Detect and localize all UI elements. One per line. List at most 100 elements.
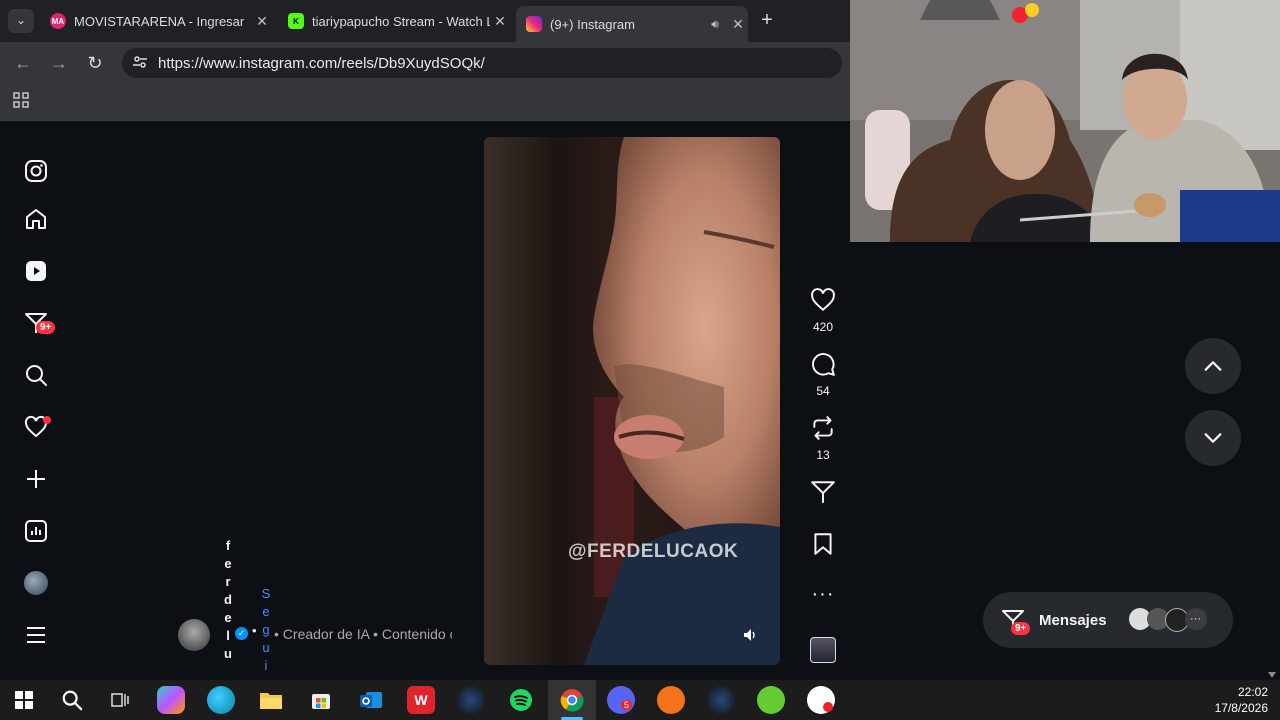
- tab-label: (9+) Instagram: [550, 16, 635, 32]
- steam-icon[interactable]: [457, 686, 485, 714]
- reels-right-panel: 9+ Mensajes ···: [850, 242, 1265, 680]
- speaker-icon[interactable]: 🔊︎: [702, 17, 728, 32]
- site-settings-icon[interactable]: [132, 54, 150, 73]
- obs-icon[interactable]: [807, 686, 835, 714]
- close-tab-icon[interactable]: ✕: [490, 13, 510, 30]
- save-button[interactable]: [800, 531, 846, 562]
- system-clock[interactable]: 22:02 17/8/2026: [1215, 684, 1268, 716]
- speaker-icon: [744, 629, 755, 641]
- bookmark-icon: [814, 533, 832, 555]
- home-icon[interactable]: [22, 205, 50, 233]
- comment-button[interactable]: 54: [800, 351, 846, 398]
- tab-movistararena[interactable]: MA MOVISTARARENA - Ingresar ✕: [40, 6, 272, 36]
- spotify-icon[interactable]: [507, 686, 535, 714]
- discord-icon[interactable]: 5: [607, 686, 635, 714]
- file-explorer-icon[interactable]: [257, 686, 285, 714]
- wps-office-icon[interactable]: W: [407, 686, 435, 714]
- author-username[interactable]: f e r d e l u: [222, 537, 234, 663]
- more-options-button[interactable]: ···: [800, 583, 846, 606]
- instagram-logo-icon[interactable]: [22, 157, 50, 185]
- username-char: l: [226, 628, 230, 643]
- tab-search-button[interactable]: ⌄: [8, 9, 34, 33]
- browser-address-bar: ← → ↻ https://www.instagram.com/reels/Db…: [0, 42, 850, 84]
- verified-badge-icon: ✓: [235, 627, 248, 640]
- tab-kick-stream[interactable]: K tiariypapucho Stream - Watch Li ✕: [278, 6, 510, 36]
- taskbar-search-button[interactable]: [58, 686, 86, 714]
- reload-button[interactable]: ↻: [84, 52, 106, 74]
- username-char: e: [224, 610, 232, 625]
- follow-button[interactable]: S e g u i: [260, 585, 272, 675]
- messages-label: Mensajes: [1039, 611, 1107, 629]
- follow-char: u: [262, 640, 270, 655]
- messenger-icon[interactable]: 9+: [22, 309, 56, 337]
- follow-char: S: [261, 586, 271, 601]
- repost-icon: [813, 416, 833, 440]
- arrow-right-icon: →: [50, 53, 68, 73]
- close-tab-icon[interactable]: ✕: [252, 13, 272, 30]
- page-scrollbar[interactable]: [1265, 242, 1280, 680]
- username-char: f: [225, 538, 231, 553]
- author-avatar[interactable]: [178, 619, 210, 651]
- share-icon: [811, 481, 835, 503]
- forward-button[interactable]: →: [48, 52, 70, 74]
- arrow-left-icon: ←: [14, 53, 32, 73]
- username-char: r: [225, 574, 231, 589]
- more-avatars: ···: [1184, 608, 1207, 630]
- instagram-reels-page: 9+ @FERDELUCAOK 420 54 13 ··· f e r d e …: [0, 121, 850, 680]
- mute-button[interactable]: [742, 627, 760, 645]
- tab-instagram[interactable]: (9+) Instagram 🔊︎ ✕: [516, 6, 748, 42]
- tab-label: MOVISTARARENA - Ingresar: [74, 13, 245, 29]
- next-reel-button[interactable]: [1185, 410, 1241, 466]
- chevron-down-icon: [1204, 433, 1222, 443]
- new-tab-button[interactable]: +: [756, 9, 778, 31]
- dashboard-icon[interactable]: [22, 517, 50, 545]
- windows-logo-icon: [15, 691, 33, 709]
- like-count: 420: [812, 320, 834, 334]
- url-field[interactable]: https://www.instagram.com/reels/Db9XuydS…: [122, 48, 842, 78]
- steam-icon[interactable]: [707, 686, 735, 714]
- heart-icon: [811, 288, 835, 312]
- search-icon[interactable]: [22, 361, 50, 389]
- task-view-button[interactable]: [106, 686, 134, 714]
- create-plus-icon[interactable]: [22, 465, 50, 493]
- edge-browser-icon[interactable]: [207, 686, 235, 714]
- notifications-badge: 9+: [36, 321, 56, 334]
- app-orange-icon[interactable]: [657, 686, 685, 714]
- copilot-icon[interactable]: [157, 686, 185, 714]
- start-button[interactable]: [10, 686, 38, 714]
- menu-icon[interactable]: [22, 621, 50, 649]
- like-button[interactable]: 420: [800, 287, 846, 334]
- reel-video[interactable]: @FERDELUCAOK: [484, 137, 780, 665]
- message-avatars: ···: [1128, 608, 1207, 632]
- app-green-icon[interactable]: [757, 686, 785, 714]
- webcam-frame: [850, 0, 1280, 242]
- heart-notifications-icon[interactable]: [22, 413, 51, 441]
- messages-button[interactable]: 9+ Mensajes ···: [983, 592, 1233, 648]
- more-icon: ···: [811, 583, 835, 605]
- profile-avatar-icon[interactable]: [22, 569, 50, 597]
- back-button[interactable]: ←: [12, 52, 34, 74]
- username-char: u: [224, 646, 232, 661]
- previous-reel-button[interactable]: [1185, 338, 1241, 394]
- instagram-favicon-icon: [526, 16, 542, 32]
- movistar-favicon-icon: MA: [50, 13, 66, 29]
- kick-favicon-icon: K: [288, 13, 304, 29]
- messenger-icon: 9+: [1001, 608, 1031, 635]
- reel-video-frame: [484, 137, 780, 665]
- url-text: https://www.instagram.com/reels/Db9XuydS…: [158, 54, 485, 72]
- chrome-icon[interactable]: [558, 686, 586, 714]
- windows-taskbar: W 5 22:02 17/8/2026: [0, 680, 1280, 720]
- outlook-icon[interactable]: [357, 686, 385, 714]
- repost-button[interactable]: 13: [800, 415, 846, 462]
- audio-thumbnail[interactable]: [800, 637, 846, 663]
- reels-icon[interactable]: [22, 257, 50, 285]
- search-icon: [62, 690, 83, 711]
- scroll-down-arrow-icon[interactable]: [1268, 672, 1276, 678]
- share-button[interactable]: [800, 479, 846, 510]
- apps-grid-button[interactable]: [10, 91, 32, 113]
- follow-char: e: [262, 604, 270, 619]
- recording-dot: [823, 702, 833, 712]
- task-view-icon: [111, 693, 129, 707]
- close-tab-icon[interactable]: ✕: [728, 16, 748, 33]
- microsoft-store-icon[interactable]: [307, 686, 335, 714]
